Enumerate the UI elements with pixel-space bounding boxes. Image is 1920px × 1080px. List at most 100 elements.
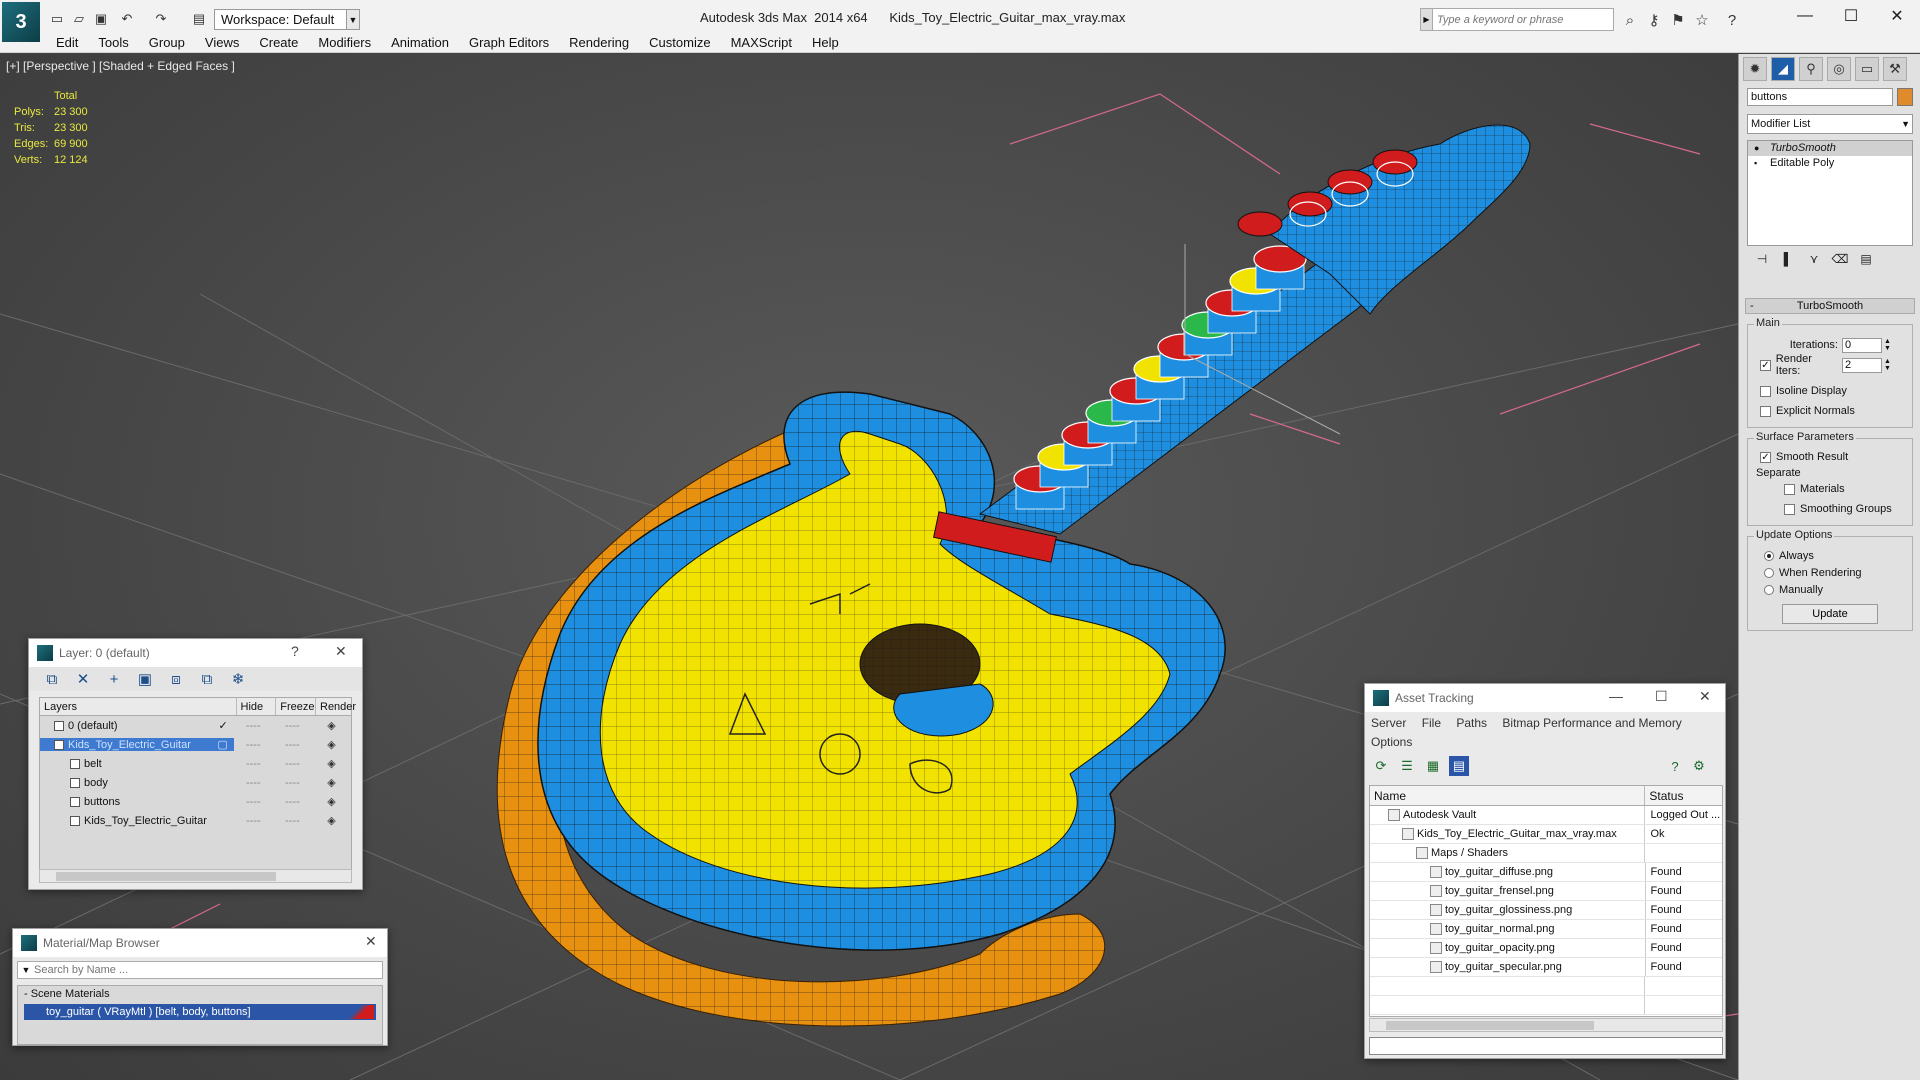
asset-horizontal-scrollbar[interactable] <box>1369 1018 1723 1032</box>
layer-window-titlebar[interactable]: Layer: 0 (default) ? ✕ <box>29 639 362 667</box>
scroll-thumb[interactable] <box>1386 1021 1594 1030</box>
create-tab-icon[interactable]: ✹ <box>1743 57 1767 81</box>
render-iters-checkbox[interactable]: ✓ <box>1760 359 1771 371</box>
iterations-spinner[interactable]: 0 <box>1842 337 1882 353</box>
vault-help-icon[interactable]: ⚙ <box>1689 756 1709 776</box>
table-view-icon[interactable]: ▤ <box>1449 756 1469 776</box>
update-when-rendering-option[interactable]: When Rendering <box>1752 564 1908 581</box>
material-browser-titlebar[interactable]: Material/Map Browser ✕ <box>13 929 387 957</box>
layer-name[interactable]: Kids_Toy_Electric_Guitar ▢ <box>40 738 234 751</box>
freeze-toggle[interactable]: ---- <box>273 758 312 770</box>
display-tab-icon[interactable]: ▭ <box>1855 57 1879 81</box>
object-name-field[interactable]: buttons <box>1747 88 1893 106</box>
isoline-checkbox[interactable] <box>1760 385 1771 397</box>
workspace-dropdown-arrow-icon[interactable]: ▼ <box>346 9 360 30</box>
list-view-icon[interactable]: ☰ <box>1397 756 1417 776</box>
lightbulb-icon[interactable]: ● <box>1754 143 1764 153</box>
asset-row[interactable]: Autodesk Vault Logged Out ... <box>1370 806 1722 825</box>
update-always-option[interactable]: Always <box>1752 547 1908 564</box>
asset-row[interactable]: Maps / Shaders <box>1370 844 1722 863</box>
layer-row[interactable]: body ---- ---- ◈ <box>40 773 351 792</box>
smooth-result-checkbox[interactable]: ✓ <box>1760 451 1771 463</box>
spinner-arrows-icon[interactable]: ▲ ▼ <box>1884 338 1894 352</box>
menu-edit[interactable]: Edit <box>46 35 88 51</box>
save-file-icon[interactable]: ▣ <box>92 10 110 28</box>
render-toggle-icon[interactable]: ◈ <box>312 795 351 808</box>
update-button[interactable]: Update <box>1782 604 1878 624</box>
create-layer-icon[interactable]: ⧉ <box>41 669 63 689</box>
make-unique-icon[interactable]: ⋎ <box>1805 250 1823 268</box>
when-rendering-radio[interactable] <box>1764 567 1774 578</box>
show-end-result-icon[interactable]: ▌ <box>1779 250 1797 268</box>
freeze-toggle[interactable]: ---- <box>273 739 312 751</box>
workspace-dropdown[interactable]: Workspace: Default <box>214 9 360 30</box>
subscription-key-icon[interactable]: ⚷ <box>1644 10 1664 30</box>
always-radio[interactable] <box>1764 550 1774 561</box>
menu-graph-editors[interactable]: Graph Editors <box>459 35 559 51</box>
layer-name[interactable]: body <box>40 777 234 789</box>
asset-menu-file[interactable]: File <box>1422 716 1441 730</box>
material-item-toy-guitar[interactable]: toy_guitar ( VRayMtl ) [belt, body, butt… <box>24 1004 376 1020</box>
new-file-icon[interactable]: ▭ <box>48 10 66 28</box>
col-render[interactable]: Render <box>316 698 356 715</box>
maximize-icon[interactable]: ☐ <box>1828 0 1874 32</box>
render-toggle-icon[interactable]: ◈ <box>312 776 351 789</box>
asset-row[interactable]: toy_guitar_specular.png Found <box>1370 958 1722 977</box>
scene-materials-group[interactable]: - Scene Materials <box>18 986 382 1002</box>
asset-row[interactable]: toy_guitar_frensel.png Found <box>1370 882 1722 901</box>
add-to-layer-icon[interactable]: + <box>103 669 125 689</box>
menu-customize[interactable]: Customize <box>639 35 720 51</box>
binoculars-icon[interactable]: ⌕ <box>1620 10 1640 30</box>
freeze-layers-icon[interactable]: ❄ <box>227 669 249 689</box>
col-freeze[interactable]: Freeze <box>276 698 316 715</box>
current-layer-mark[interactable]: ✓ <box>219 719 234 732</box>
hide-toggle[interactable]: ---- <box>234 758 273 770</box>
render-toggle-icon[interactable]: ◈ <box>312 757 351 770</box>
menu-modifiers[interactable]: Modifiers <box>308 35 381 51</box>
expand-plus-icon[interactable]: ▪ <box>1754 158 1764 168</box>
layer-row[interactable]: belt ---- ---- ◈ <box>40 754 351 773</box>
isoline-display-option[interactable]: Isoline Display <box>1752 381 1908 401</box>
freeze-toggle[interactable]: ---- <box>273 796 312 808</box>
asset-menu-bitmap[interactable]: Bitmap Performance and Memory <box>1502 716 1681 730</box>
freeze-toggle[interactable]: ---- <box>273 815 312 827</box>
close-icon[interactable]: ✕ <box>1699 688 1711 705</box>
menu-animation[interactable]: Animation <box>381 35 459 51</box>
configure-modifier-sets-icon[interactable]: ▤ <box>1857 250 1875 268</box>
menu-rendering[interactable]: Rendering <box>559 35 639 51</box>
remove-modifier-icon[interactable]: ⌫ <box>1831 250 1849 268</box>
menu-create[interactable]: Create <box>249 35 308 51</box>
refresh-icon[interactable]: ⟳ <box>1371 756 1391 776</box>
project-folder-icon[interactable]: ▤ <box>190 10 208 28</box>
modify-tab-icon[interactable]: ◢ <box>1771 57 1795 81</box>
help-icon[interactable]: ? <box>1722 10 1742 30</box>
explicit-normals-checkbox[interactable] <box>1760 405 1771 417</box>
smoothing-groups-checkbox[interactable] <box>1784 503 1795 515</box>
update-manually-option[interactable]: Manually <box>1752 581 1908 598</box>
close-icon[interactable]: ✕ <box>335 643 347 660</box>
layer-row[interactable]: Kids_Toy_Electric_Guitar ▢ ---- ---- ◈ <box>40 735 351 754</box>
spinner-arrows-icon[interactable]: ▲ ▼ <box>1884 358 1894 372</box>
menu-help[interactable]: Help <box>802 35 849 51</box>
materials-checkbox[interactable] <box>1784 483 1795 495</box>
layer-name[interactable]: 0 (default) ✓ <box>40 719 234 732</box>
smoothing-groups-option[interactable]: Smoothing Groups <box>1752 499 1908 519</box>
menu-group[interactable]: Group <box>139 35 195 51</box>
asset-row[interactable]: Kids_Toy_Electric_Guitar_max_vray.max Ok <box>1370 825 1722 844</box>
render-iters-spinner[interactable]: 2 <box>1842 357 1882 373</box>
smooth-result-option[interactable]: ✓ Smooth Result <box>1752 447 1908 467</box>
hide-toggle[interactable]: ---- <box>234 739 273 751</box>
render-toggle-icon[interactable]: ◈ <box>312 719 351 732</box>
viewport-label[interactable]: [+] [Perspective ] [Shaded + Edged Faces… <box>6 59 235 73</box>
modifier-list-dropdown[interactable]: Modifier List ▼ <box>1747 114 1913 134</box>
col-name[interactable]: Name <box>1370 786 1646 805</box>
search-box[interactable]: ▶ <box>1420 8 1614 31</box>
help-icon[interactable]: ? <box>1665 756 1685 776</box>
menu-maxscript[interactable]: MAXScript <box>721 35 802 51</box>
col-hide[interactable]: Hide <box>237 698 277 715</box>
hierarchy-tab-icon[interactable]: ⚲ <box>1799 57 1823 81</box>
layer-horizontal-scrollbar[interactable] <box>39 869 352 883</box>
layer-name[interactable]: buttons <box>40 796 234 808</box>
asset-row[interactable]: toy_guitar_normal.png Found <box>1370 920 1722 939</box>
menu-tools[interactable]: Tools <box>88 35 138 51</box>
